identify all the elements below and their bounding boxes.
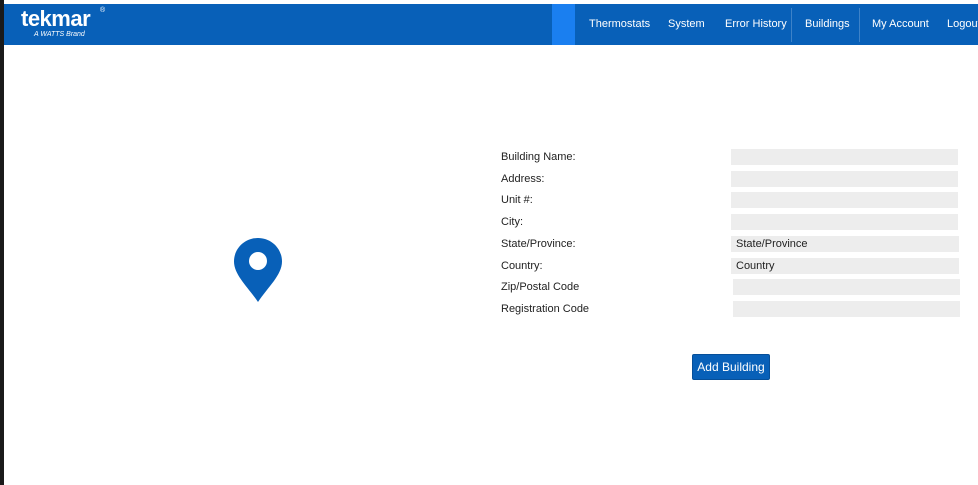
nav-item-logout[interactable]: Logout (947, 4, 978, 45)
state-province-select[interactable]: State/Province (731, 236, 959, 252)
label-zip-postal-code: Zip/Postal Code (501, 281, 580, 293)
city-input[interactable] (731, 214, 958, 230)
window-left-border (0, 0, 4, 485)
logo-tagline: A WATTS Brand (34, 31, 85, 38)
label-country: Country: (501, 260, 543, 272)
nav-item-system[interactable]: System (668, 4, 705, 45)
zip-postal-code-input[interactable] (733, 279, 960, 295)
label-registration-code: Registration Code (501, 303, 590, 315)
nav-item-error-history[interactable]: Error History (725, 4, 787, 45)
logo-wordmark: tekmar (21, 6, 91, 31)
label-city: City: (501, 216, 523, 228)
label-state-province: State/Province: (501, 238, 576, 250)
label-building-name: Building Name: (501, 151, 576, 163)
top-navbar: tekmar ® A WATTS Brand Thermostats Syste… (4, 4, 978, 45)
tekmar-logo[interactable]: tekmar ® A WATTS Brand (21, 6, 111, 42)
nav-item-my-account[interactable]: My Account (872, 4, 929, 45)
add-building-button[interactable]: Add Building (692, 354, 770, 380)
nav-separator (791, 8, 792, 42)
nav-separator (859, 8, 860, 42)
nav-item-thermostats[interactable]: Thermostats (589, 4, 650, 45)
address-input[interactable] (731, 171, 958, 187)
nav-item-buildings[interactable]: Buildings (805, 4, 850, 45)
unit-input[interactable] (731, 192, 958, 208)
logo-registered-mark: ® (100, 7, 106, 14)
building-name-input[interactable] (731, 149, 958, 165)
country-select[interactable]: Country (731, 258, 959, 274)
map-pin-icon (233, 237, 283, 303)
nav-highlight-block (552, 4, 575, 45)
label-address: Address: (501, 173, 545, 185)
registration-code-input[interactable] (733, 301, 960, 317)
label-unit: Unit #: (501, 194, 533, 206)
